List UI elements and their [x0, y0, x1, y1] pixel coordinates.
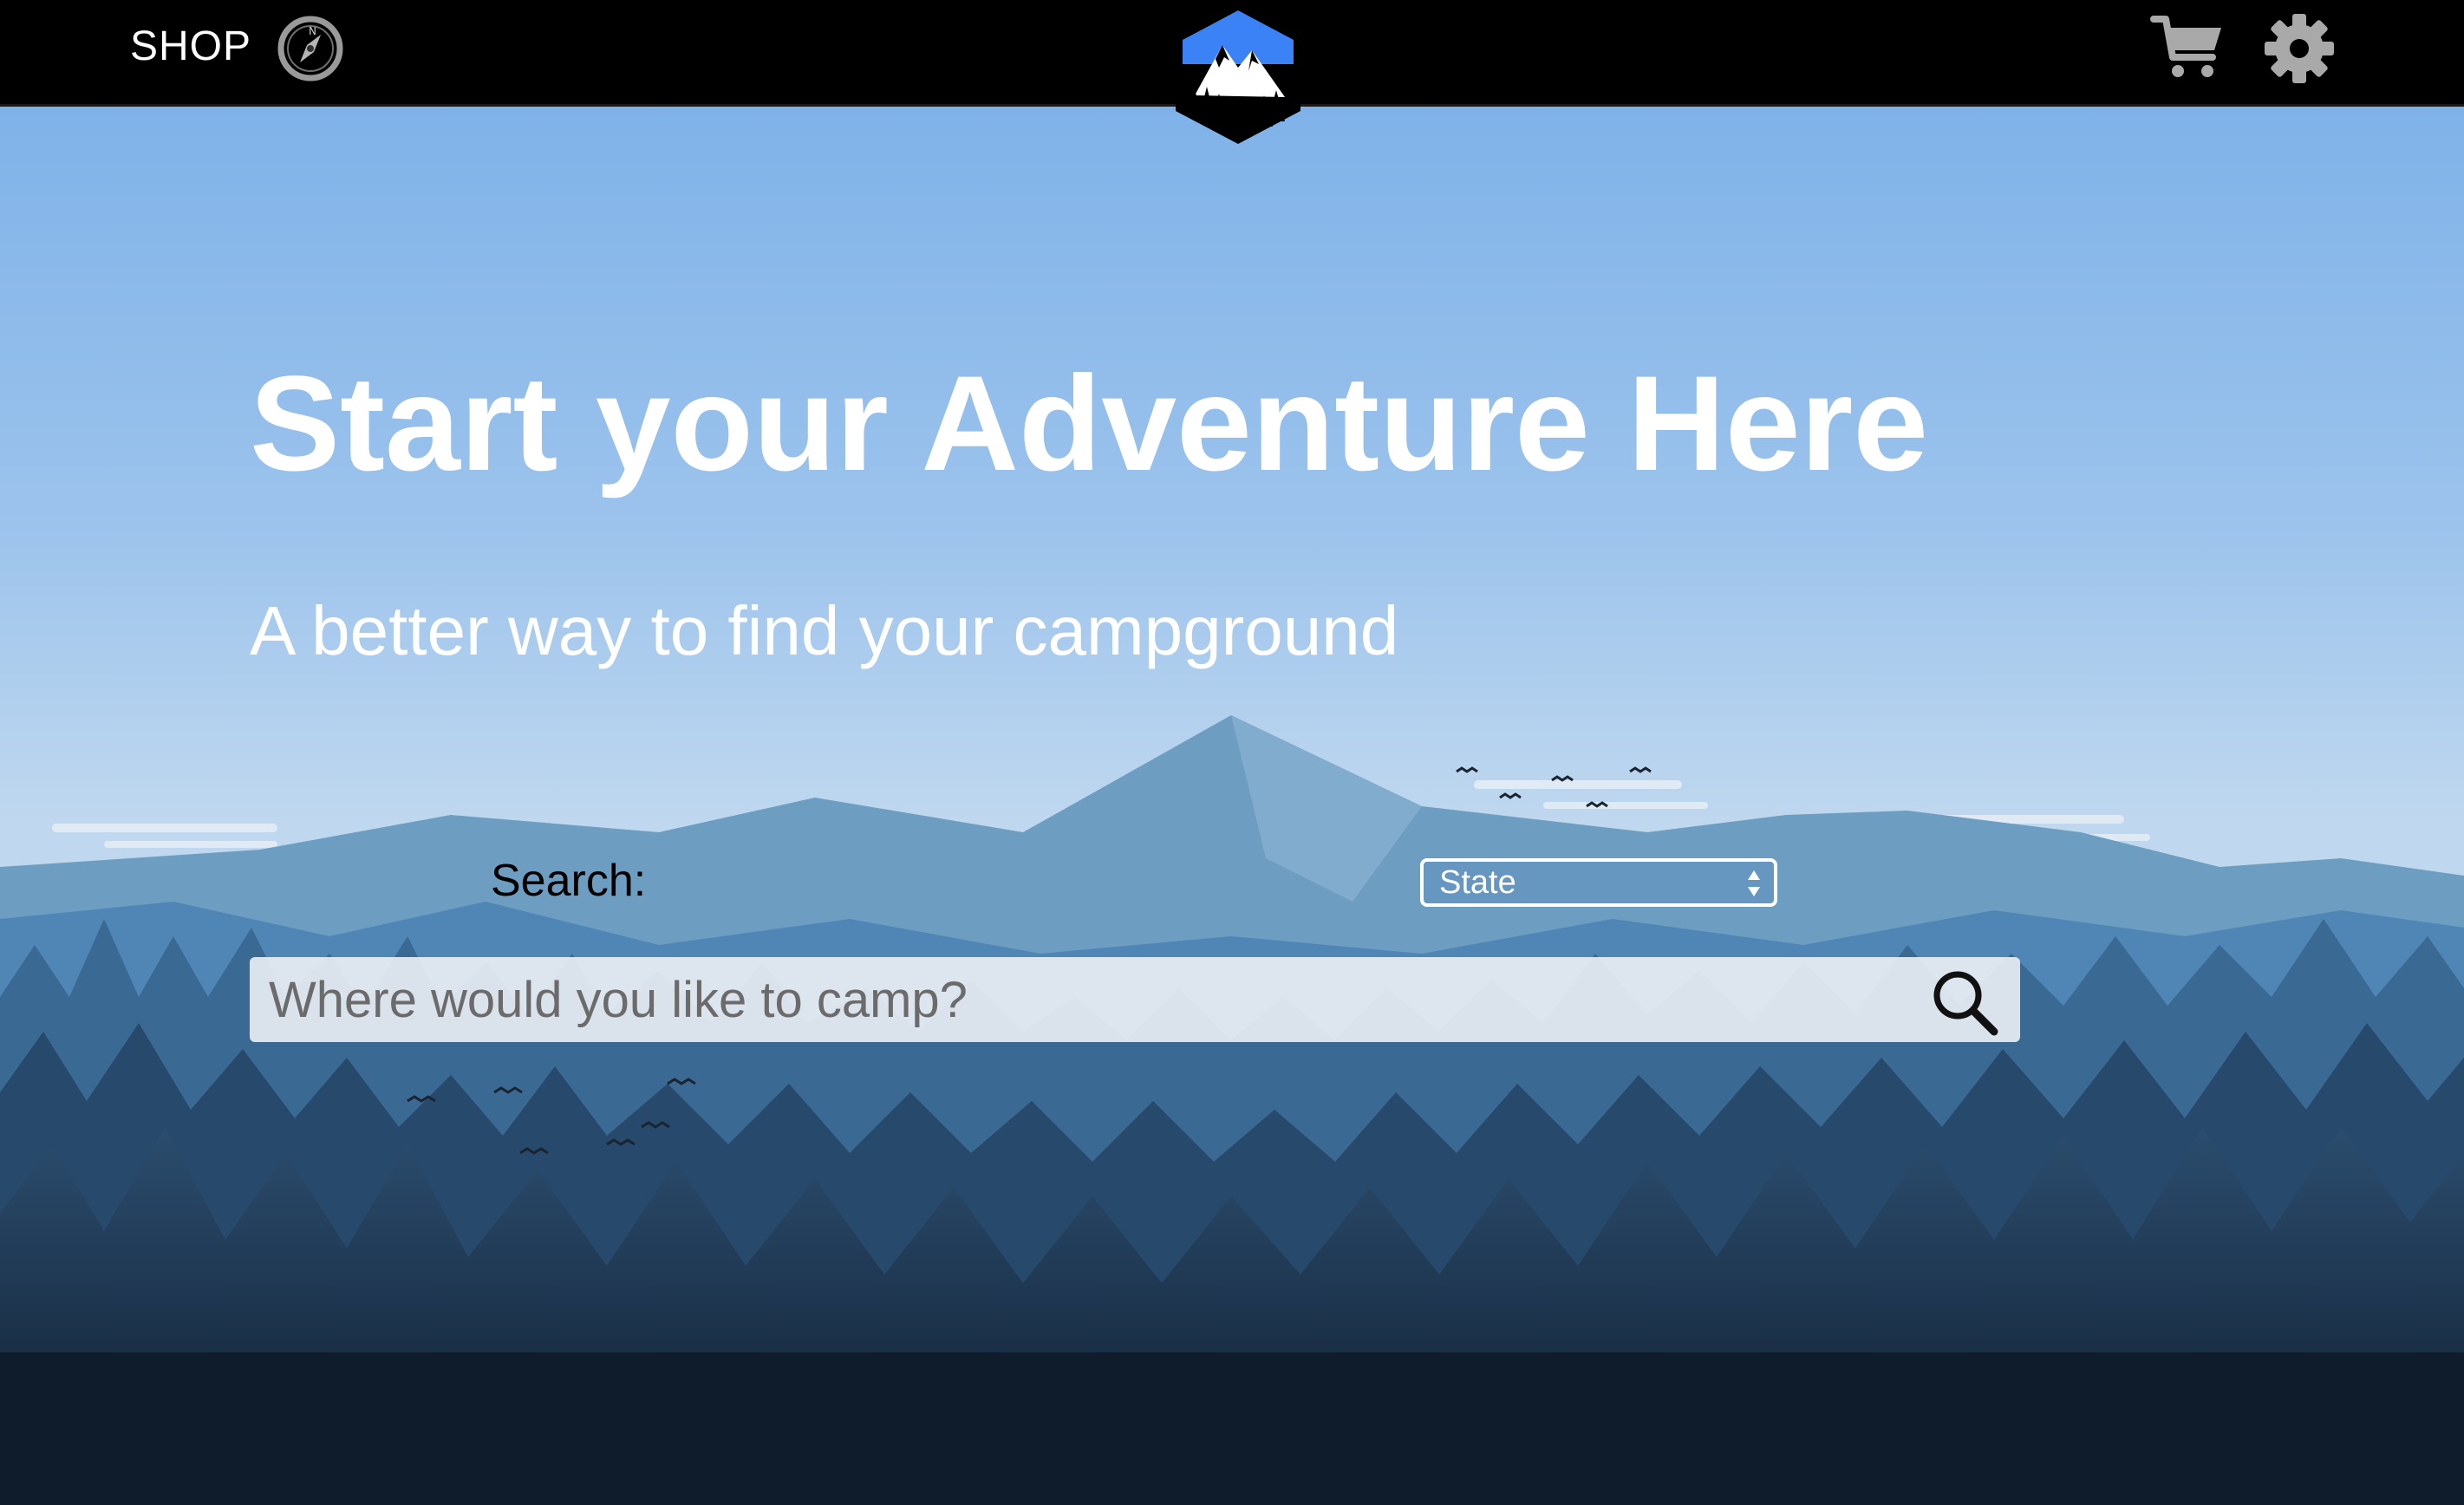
- state-select-value: State: [1439, 864, 1516, 901]
- hero-title: Start your Adventure Here: [250, 349, 1929, 499]
- select-arrows-icon: [1748, 870, 1760, 896]
- background-landscape: [0, 0, 2464, 1505]
- mountain-logo-icon[interactable]: [1169, 0, 1307, 147]
- page: SHOP N Start your Adventure Here A bette…: [0, 0, 2464, 1505]
- cart-icon[interactable]: [2150, 12, 2225, 81]
- search-icon[interactable]: [1928, 966, 2001, 1039]
- svg-text:N: N: [309, 25, 316, 37]
- search-bar: [250, 957, 2020, 1042]
- hero-subtitle: A better way to find your campground: [250, 592, 1399, 669]
- search-input[interactable]: [250, 957, 1897, 1042]
- compass-icon[interactable]: N: [276, 14, 345, 83]
- state-select[interactable]: State: [1420, 858, 1777, 907]
- shop-link[interactable]: SHOP: [130, 23, 251, 70]
- search-label: Search:: [491, 856, 647, 906]
- gear-icon[interactable]: [2263, 12, 2336, 85]
